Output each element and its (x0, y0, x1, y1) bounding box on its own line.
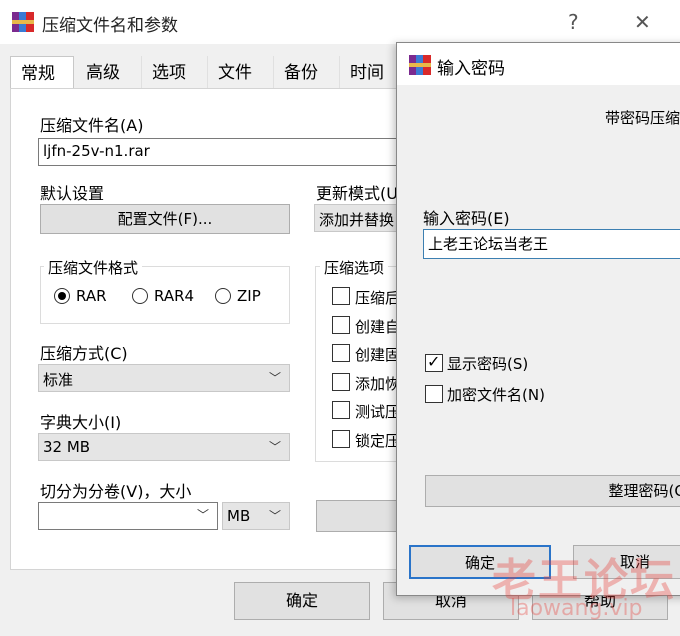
option-label-3: 添加恢 (355, 375, 401, 393)
format-rar4-radio[interactable] (132, 288, 148, 304)
option-checkbox-1[interactable] (332, 316, 350, 334)
format-zip-radio[interactable] (215, 288, 231, 304)
dict-select[interactable]: 32 MB ﹀ (38, 433, 290, 461)
close-window-button[interactable]: ✕ (634, 10, 651, 34)
winrar-app-icon (12, 12, 34, 32)
split-unit-select[interactable]: MB ﹀ (222, 502, 290, 530)
split-label: 切分为分卷(V)，大小 (40, 482, 192, 501)
chevron-down-icon: ﹀ (268, 440, 281, 454)
encrypt-filenames-label: 加密文件名(N) (447, 386, 545, 404)
split-size-input[interactable]: ﹀ (38, 502, 218, 530)
main-ok-button[interactable]: 确定 (234, 582, 370, 620)
update-mode-label: 更新模式(U (316, 184, 398, 203)
tab-backup[interactable]: 备份 (274, 56, 340, 88)
default-settings-label: 默认设置 (40, 184, 105, 203)
winrar-app-icon (409, 55, 431, 75)
watermark-url: laowang.vip (510, 596, 643, 621)
tab-advanced[interactable]: 高级 (76, 56, 142, 88)
tab-bar: 常规 高级 选项 文件 备份 时间 (10, 56, 400, 88)
format-zip-label: ZIP (237, 287, 261, 305)
encrypt-filenames-checkbox[interactable] (425, 385, 443, 403)
chevron-down-icon: ﹀ (268, 371, 281, 385)
archive-name-input[interactable]: ljfn-25v-n1.rar (38, 138, 398, 166)
tab-files[interactable]: 文件 (208, 56, 274, 88)
format-rar-radio[interactable] (54, 288, 70, 304)
password-input[interactable]: 上老王论坛当老王 (423, 229, 680, 259)
dict-value: 32 MB (43, 438, 91, 456)
method-label: 压缩方式(C) (40, 344, 128, 363)
password-dialog-title: 输入密码 (437, 59, 505, 79)
archive-format-title: 压缩文件格式 (44, 257, 143, 278)
password-label: 输入密码(E) (423, 209, 510, 228)
show-password-label: 显示密码(S) (447, 355, 529, 373)
organize-passwords-button[interactable]: 整理密码(O) (425, 475, 680, 507)
option-checkbox-4[interactable] (332, 401, 350, 419)
tab-general[interactable]: 常规 (10, 56, 74, 88)
option-checkbox-0[interactable] (332, 287, 350, 305)
help-title-button[interactable]: ? (568, 10, 579, 34)
option-label-0: 压缩后 (355, 289, 401, 307)
profiles-button[interactable]: 配置文件(F)... (40, 204, 290, 234)
option-checkbox-3[interactable] (332, 373, 350, 391)
archive-name-label: 压缩文件名(A) (40, 116, 144, 135)
option-label-5: 锁定压 (355, 432, 401, 450)
update-mode-select[interactable]: 添加并替换 (314, 204, 400, 232)
option-label-4: 测试压 (355, 403, 401, 421)
option-label-2: 创建固 (355, 346, 401, 364)
option-label-1: 创建自 (355, 318, 401, 336)
compression-options-title: 压缩选项 (320, 257, 389, 278)
chevron-down-icon: ﹀ (268, 509, 281, 523)
tab-options[interactable]: 选项 (142, 56, 208, 88)
password-dialog: 输入密码 带密码压缩 输入密码(E) 上老王论坛当老王 ✓ 显示密码(S) 加密… (396, 42, 680, 596)
chevron-down-icon: ﹀ (196, 508, 209, 522)
window-title-bar: 压缩文件名和参数 ? ✕ (0, 0, 680, 44)
format-rar4-label: RAR4 (154, 287, 195, 305)
show-password-checkbox[interactable]: ✓ (425, 352, 443, 372)
window-title: 压缩文件名和参数 (42, 16, 178, 36)
option-checkbox-5[interactable] (332, 430, 350, 448)
format-rar-label: RAR (76, 287, 107, 305)
dict-label: 字典大小(I) (40, 413, 122, 432)
method-select[interactable]: 标准 ﹀ (38, 364, 290, 392)
split-unit-value: MB (227, 507, 251, 525)
options-lower-button[interactable] (316, 500, 400, 532)
tab-time[interactable]: 时间 (340, 56, 400, 88)
password-dialog-header: 带密码压缩 (605, 109, 680, 127)
option-checkbox-2[interactable] (332, 344, 350, 362)
password-dialog-title-bar: 输入密码 (397, 43, 680, 85)
method-value: 标准 (43, 371, 74, 389)
